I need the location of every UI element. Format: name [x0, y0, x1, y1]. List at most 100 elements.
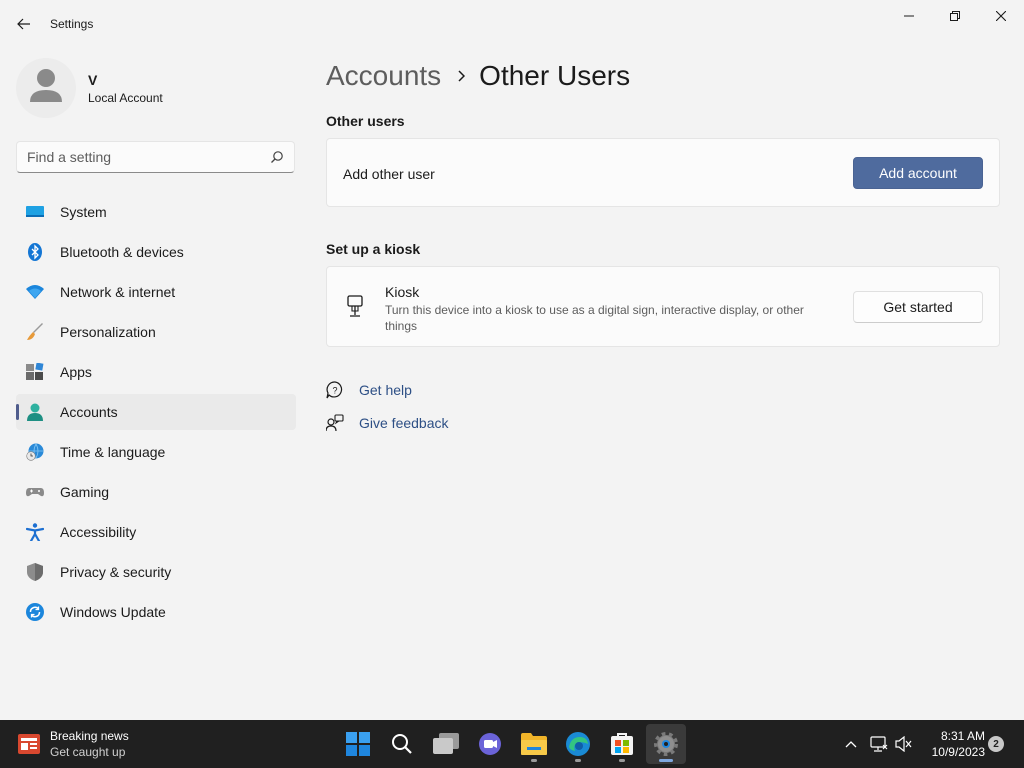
- svg-text:?: ?: [332, 386, 337, 396]
- sidebar-nav: System Bluetooth & devices Network & int…: [16, 194, 296, 634]
- sidebar-item-label: Accessibility: [60, 524, 137, 540]
- network-tray-button[interactable]: [869, 734, 889, 754]
- feedback-icon: [326, 414, 344, 432]
- news-icon: [18, 734, 40, 754]
- chevron-up-icon: [845, 741, 857, 748]
- system-icon: [26, 206, 44, 217]
- user-name: V: [88, 72, 98, 88]
- add-account-button[interactable]: Add account: [853, 157, 983, 189]
- sidebar-item-label: Gaming: [60, 484, 110, 500]
- taskbar: Breaking news Get caught up 8:31 AM 10/9…: [0, 720, 1024, 768]
- edge-button[interactable]: [558, 724, 598, 764]
- globe-clock-icon: [26, 443, 44, 461]
- notification-badge[interactable]: 2: [988, 736, 1004, 752]
- help-icon: ?: [326, 381, 343, 399]
- get-help-label: Get help: [359, 382, 412, 398]
- add-other-user-card: Add other user Add account: [326, 138, 1000, 207]
- running-indicator: [575, 759, 581, 762]
- search-input[interactable]: [17, 142, 267, 172]
- volume-tray-button[interactable]: [894, 734, 914, 754]
- breadcrumb: Accounts Other Users: [326, 58, 630, 94]
- taskbar-search-icon: [392, 734, 412, 754]
- sidebar-item-label: Personalization: [60, 324, 156, 340]
- running-indicator: [531, 759, 537, 762]
- bluetooth-icon: [28, 243, 42, 261]
- accounts-icon: [27, 403, 43, 421]
- sidebar-item-personalization[interactable]: Personalization: [16, 314, 296, 350]
- sidebar-item-gaming[interactable]: Gaming: [16, 474, 296, 510]
- sidebar-item-label: Privacy & security: [60, 564, 172, 580]
- restore-button[interactable]: [932, 0, 978, 32]
- sidebar-item-accessibility[interactable]: Accessibility: [16, 514, 296, 550]
- accessibility-icon: [26, 523, 44, 541]
- gamepad-icon: [26, 488, 44, 497]
- apps-icon: [26, 363, 44, 380]
- task-view-button[interactable]: [426, 724, 466, 764]
- close-icon: [996, 11, 1006, 21]
- windows-start-icon: [346, 732, 370, 756]
- sidebar-item-privacy[interactable]: Privacy & security: [16, 554, 296, 590]
- clock-date[interactable]: 10/9/2023: [927, 745, 985, 759]
- volume-muted-icon: [895, 736, 912, 752]
- sidebar-item-network[interactable]: Network & internet: [16, 274, 296, 310]
- minimize-icon: [904, 15, 914, 17]
- sidebar-item-label: Time & language: [60, 444, 166, 460]
- kiosk-description: Turn this device into a kiosk to use as …: [385, 303, 804, 333]
- edge-icon: [566, 732, 590, 756]
- app-title: Settings: [50, 17, 94, 31]
- restore-icon: [950, 11, 960, 21]
- sidebar-item-label: Bluetooth & devices: [60, 244, 184, 260]
- active-indicator: [659, 759, 673, 762]
- sidebar-item-system[interactable]: System: [16, 194, 296, 230]
- sidebar-item-apps[interactable]: Apps: [16, 354, 296, 390]
- shield-icon: [27, 563, 43, 581]
- give-feedback-link[interactable]: Give feedback: [326, 412, 449, 434]
- taskbar-search-button[interactable]: [382, 724, 422, 764]
- breadcrumb-parent[interactable]: Accounts: [326, 60, 441, 92]
- update-icon: [26, 603, 44, 621]
- person-icon: [30, 69, 62, 102]
- news-title: Breaking news: [50, 729, 129, 743]
- sidebar-item-time-language[interactable]: Time & language: [16, 434, 296, 470]
- back-arrow-icon: [17, 18, 30, 30]
- sidebar-item-windows-update[interactable]: Windows Update: [16, 594, 296, 630]
- kiosk-icon: [347, 295, 363, 317]
- add-other-user-label: Add other user: [343, 166, 435, 182]
- minimize-button[interactable]: [886, 0, 932, 32]
- sidebar-item-label: System: [60, 204, 107, 220]
- kiosk-title: Kiosk: [385, 284, 420, 300]
- teams-chat-icon: [479, 733, 501, 755]
- settings-app-button[interactable]: [646, 724, 686, 764]
- teams-chat-button[interactable]: [470, 724, 510, 764]
- back-button[interactable]: [8, 10, 40, 38]
- clock-time[interactable]: 8:31 AM: [927, 729, 985, 743]
- title-bar: Settings: [0, 0, 1024, 48]
- get-started-button[interactable]: Get started: [853, 291, 983, 323]
- settings-gear-icon: [654, 732, 678, 756]
- kiosk-section-title: Set up a kiosk: [326, 241, 421, 257]
- network-icon: [870, 736, 888, 752]
- sidebar-item-bluetooth[interactable]: Bluetooth & devices: [16, 234, 296, 270]
- brush-icon: [27, 323, 43, 340]
- sidebar-item-label: Apps: [60, 364, 92, 380]
- avatar: [16, 58, 76, 118]
- start-button[interactable]: [338, 724, 378, 764]
- search-box[interactable]: [16, 141, 295, 173]
- other-users-section-title: Other users: [326, 113, 405, 129]
- sidebar-item-label: Windows Update: [60, 604, 166, 620]
- task-view-icon: [433, 733, 459, 754]
- show-hidden-icons-button[interactable]: [841, 734, 861, 754]
- file-explorer-icon: [521, 733, 547, 755]
- account-type: Local Account: [88, 91, 163, 105]
- file-explorer-button[interactable]: [514, 724, 554, 764]
- kiosk-card: Kiosk Turn this device into a kiosk to u…: [326, 266, 1000, 347]
- get-help-link[interactable]: ? Get help: [326, 379, 412, 401]
- chevron-right-icon: [457, 70, 466, 82]
- sidebar-item-label: Network & internet: [60, 284, 176, 300]
- close-button[interactable]: [978, 0, 1024, 32]
- sidebar-item-accounts[interactable]: Accounts: [16, 394, 296, 430]
- page-title: Other Users: [479, 60, 631, 91]
- sidebar-item-label: Accounts: [60, 404, 118, 420]
- store-button[interactable]: [602, 724, 642, 764]
- give-feedback-label: Give feedback: [359, 415, 449, 431]
